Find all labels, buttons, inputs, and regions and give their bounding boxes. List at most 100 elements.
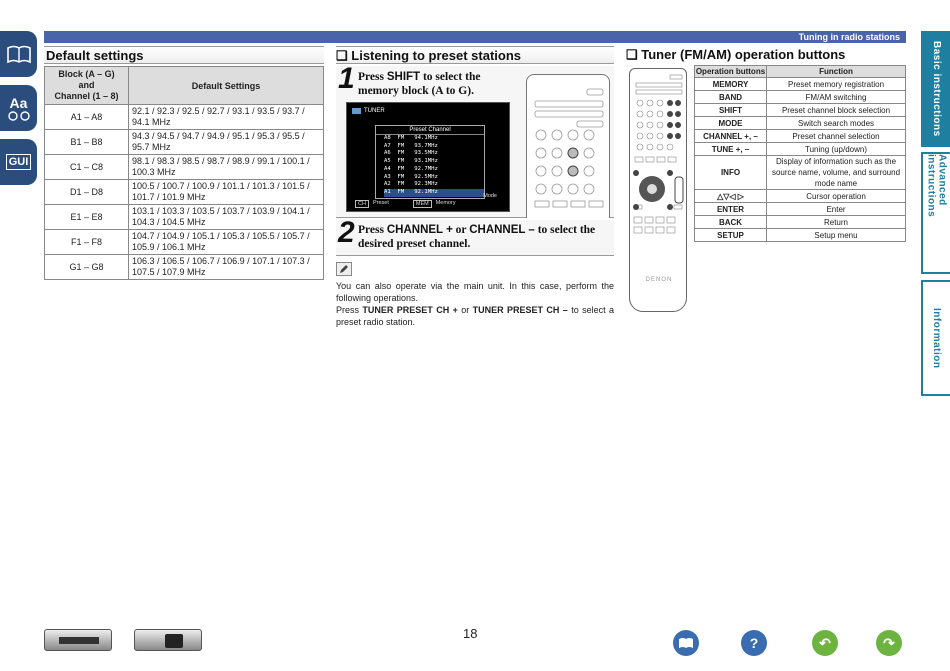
page-number: 18 — [463, 626, 478, 641]
settings-cell: 98.1 / 98.3 / 98.5 / 98.7 / 98.9 / 99.1 … — [128, 154, 324, 180]
gui-icon[interactable]: GUI — [0, 139, 37, 185]
screen-footer-mode: Mode — [483, 193, 497, 199]
default-settings-rows: A1 – A8 92.1 / 92.3 / 92.5 / 92.7 / 93.1 … — [44, 104, 324, 280]
block-cell: F1 – F8 — [44, 229, 129, 255]
preset-channel-entry: A5 FM 93.1MHz — [384, 158, 438, 165]
default-settings-row: B1 – B8 94.3 / 94.5 / 94.7 / 94.9 / 95.1 … — [44, 129, 324, 155]
tuner-button-row: MEMORY Preset memory registration — [694, 77, 906, 91]
note-pencil-icon — [336, 262, 352, 276]
preset-channel-entry: A4 FM 92.7MHz — [384, 165, 438, 172]
function-cell: Preset channel block selection — [766, 103, 906, 117]
remote-brand-logo: DENON — [645, 277, 673, 283]
book-icon[interactable] — [673, 630, 699, 656]
default-settings-row: C1 – C8 98.1 / 98.3 / 98.5 / 98.7 / 98.9 … — [44, 154, 324, 180]
function-cell: Display of information such as the sourc… — [766, 155, 906, 190]
screen-footer: CH Preset MEM Memory — [355, 200, 456, 208]
button-name-cell: TUNE +, – — [694, 142, 767, 156]
default-settings-row: F1 – F8 104.7 / 104.9 / 105.1 / 105.3 / 1… — [44, 229, 324, 255]
col-settings-header: Default Settings — [128, 66, 324, 105]
step-2-number: 2 — [338, 216, 355, 249]
screen-footer-preset: Preset — [372, 200, 389, 206]
function-cell: Setup menu — [766, 228, 906, 242]
note-line-1: You can also operate via the main unit. … — [336, 281, 614, 303]
button-name-cell: MODE — [694, 116, 767, 130]
preset-title-bar: ❑ Listening to preset stations — [336, 46, 614, 64]
tuner-label-text: TUNER — [364, 108, 385, 114]
receiver-display — [165, 634, 183, 648]
step-2-text: Press CHANNEL + or CHANNEL – to select t… — [358, 223, 614, 251]
tab-advanced-label: Advanced instructions — [925, 154, 948, 218]
block-cell: G1 – G8 — [44, 254, 129, 280]
tuner-buttons-table: Operation buttons Function MEMORY Preset … — [694, 65, 906, 242]
preset-channel-entry: A7 FM 93.7MHz — [384, 142, 438, 149]
function-cell: Tuning (up/down) — [766, 142, 906, 156]
button-name-cell: ENTER — [694, 202, 767, 216]
tuner-button-row: CHANNEL +, – Preset channel selection — [694, 129, 906, 143]
tab-information-label: Information — [931, 307, 942, 369]
tab-information[interactable]: Information — [921, 280, 950, 396]
function-cell: Switch search modes — [766, 116, 906, 130]
default-settings-title-bar: Default settings — [44, 46, 324, 64]
header-bar — [44, 31, 906, 43]
button-name-cell: INFO — [694, 155, 767, 190]
step-2-key2: CHANNEL – — [469, 224, 535, 236]
button-name-cell: MEMORY — [694, 77, 767, 91]
default-settings-row: G1 – G8 106.3 / 106.5 / 106.7 / 106.9 / 1… — [44, 254, 324, 280]
default-settings-row: E1 – E8 103.1 / 103.3 / 103.5 / 103.7 / 1… — [44, 204, 324, 230]
preset-channel-entry: A1 FM 92.1MHz — [384, 188, 484, 197]
function-cell: Enter — [766, 202, 906, 216]
tuner-buttons-rows: MEMORY Preset memory registration BAND FM/A… — [694, 77, 906, 242]
tuner-button-row: MODE Switch search modes — [694, 116, 906, 130]
step-1-key: SHIFT — [386, 71, 421, 83]
tuner-button-row: INFO Display of information such as the s… — [694, 155, 906, 190]
settings-cell: 103.1 / 103.3 / 103.5 / 103.7 / 103.9 / … — [128, 204, 324, 230]
tuner-button-row: ENTER Enter — [694, 202, 906, 216]
tab-advanced-instructions[interactable]: Advanced instructions — [921, 152, 950, 274]
step-1-pre: Press — [358, 71, 387, 83]
note-line-2-pre: Press — [336, 305, 363, 315]
tuner-label: TUNER — [352, 108, 385, 114]
remote-control-illustration: DENON — [629, 68, 687, 312]
font-icon[interactable]: Aa — [0, 85, 37, 131]
step-2-key1: CHANNEL + — [386, 224, 453, 236]
main-unit-display — [59, 637, 99, 644]
step-1-text: Press SHIFT to select the memory block (… — [358, 70, 522, 98]
preset-channel-entry: A3 FM 92.5MHz — [384, 173, 438, 180]
gui-icon-label: GUI — [5, 154, 32, 170]
button-name-cell: △▽◁ ▷ — [694, 189, 767, 203]
function-cell: Preset memory registration — [766, 77, 906, 91]
note-line-2-mid: or — [457, 305, 473, 315]
help-icon[interactable]: ? — [741, 630, 767, 656]
note-line-2-key1: TUNER PRESET CH + — [362, 305, 458, 315]
back-icon[interactable]: ↶ — [812, 630, 838, 656]
settings-cell: 92.1 / 92.3 / 92.5 / 92.7 / 93.1 / 93.5 … — [128, 104, 324, 130]
settings-cell: 106.3 / 106.5 / 106.7 / 106.9 / 107.1 / … — [128, 254, 324, 280]
tab-basic-instructions[interactable]: Basic instructions — [921, 31, 950, 147]
av-receiver-thumbnail-icon[interactable] — [134, 629, 202, 651]
preset-channel-entry: A2 FM 92.3MHz — [384, 181, 438, 188]
tuner-title: ❑ Tuner (FM/AM) operation buttons — [626, 47, 846, 62]
screen-footer-memory: Memory — [435, 200, 456, 206]
preset-channel-box-title: Preset Channel — [376, 126, 484, 135]
contents-book-icon[interactable] — [0, 31, 37, 77]
forward-icon[interactable]: ↷ — [876, 630, 902, 656]
tuner-button-row: SETUP Setup menu — [694, 228, 906, 242]
col-operation-buttons: Operation buttons — [694, 65, 767, 78]
function-cell: Cursor operation — [766, 189, 906, 203]
main-unit-thumbnail-icon[interactable] — [44, 629, 112, 651]
tuner-button-row: TUNE +, – Tuning (up/down) — [694, 142, 906, 156]
tab-basic-label: Basic instructions — [931, 41, 942, 137]
default-settings-title: Default settings — [46, 48, 144, 63]
settings-cell: 94.3 / 94.5 / 94.7 / 94.9 / 95.1 / 95.3 … — [128, 129, 324, 155]
step-2-mid: or — [452, 224, 470, 236]
section-header-title: Tuning in radio stations — [798, 32, 900, 42]
tuner-button-row: △▽◁ ▷ Cursor operation — [694, 189, 906, 203]
block-cell: B1 – B8 — [44, 129, 129, 155]
screen-channel-key: CH — [355, 200, 369, 208]
preset-channel-entry: A8 FM 94.1MHz — [384, 135, 438, 141]
function-cell: FM/AM switching — [766, 90, 906, 104]
default-settings-row: A1 – A8 92.1 / 92.3 / 92.5 / 92.7 / 93.1 … — [44, 104, 324, 130]
preset-title: ❑ Listening to preset stations — [336, 48, 522, 63]
preset-channel-box: Preset Channel A8 FM 94.1MHz A7 FM 93.7MH… — [375, 125, 485, 199]
button-name-cell: SETUP — [694, 228, 767, 242]
